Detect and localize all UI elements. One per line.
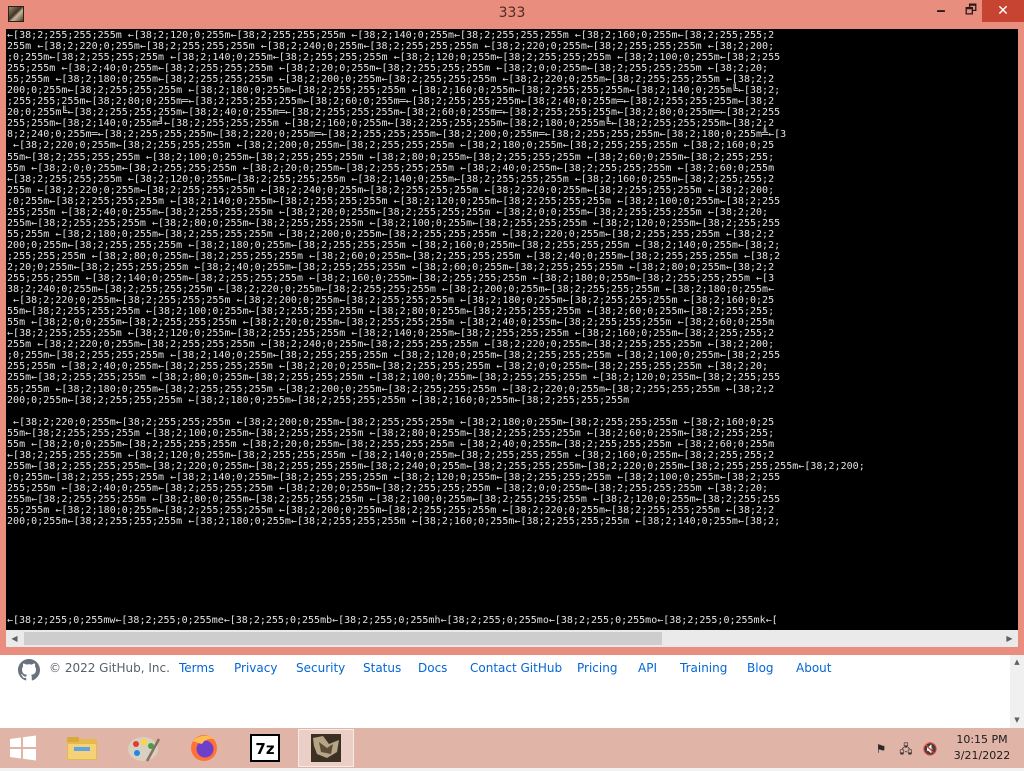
console-line: 200;0;255m←[38;2;255;255;255m ←[38;2;180… xyxy=(7,239,781,251)
console-line: ←[38;2;220;0;255m←[38;2;255;255;255m ←[3… xyxy=(7,140,775,152)
footer-link-pricing[interactable]: Pricing xyxy=(577,661,617,675)
console-line: 55m←[38;2;255;255;255m ←[38;2;100;0;255m… xyxy=(7,151,775,163)
taskbar-file-explorer[interactable] xyxy=(54,729,110,767)
console-line: 55m ←[38;2;0;0;255m←[38;2;255;255;255m ←… xyxy=(7,438,775,450)
footer-link-privacy[interactable]: Privacy xyxy=(234,661,277,675)
console-line: ←[38;2;255;255;255m ←[38;2;120;0;255m←[3… xyxy=(7,328,775,340)
footer-link-contact[interactable]: Contact GitHub xyxy=(470,661,562,675)
7zip-icon: 7z xyxy=(250,734,280,762)
console-line: 8;2;240;0;255m═←[38;2;255;255;255m←[38;2… xyxy=(7,129,787,141)
console-line: 255m←[38;2;255;255;255m ←[38;2;80;0;255m… xyxy=(7,493,781,505)
footer-link-terms[interactable]: Terms xyxy=(179,661,214,675)
console-line: ;0;255m←[38;2;255;255;255m ←[38;2;140;0;… xyxy=(7,52,781,64)
paint-palette-icon xyxy=(128,737,161,762)
taskbar-console-app[interactable] xyxy=(298,729,354,767)
window-title: 333 xyxy=(498,5,526,21)
minimize-button[interactable]: 🗕 xyxy=(926,0,956,22)
console-line: ;255;255;255m ←[38;2;80;0;255m←[38;2;255… xyxy=(7,250,781,262)
console-line: 55m←[38;2;255;255;255m ←[38;2;100;0;255m… xyxy=(7,427,775,439)
footer-link-security[interactable]: Security xyxy=(296,661,345,675)
console-line: ;0;255m←[38;2;255;255;255m ←[38;2;140;0;… xyxy=(7,195,781,207)
console-line: 255;255m←[38;2;140;0;255m╝←[38;2;255;255… xyxy=(7,118,775,130)
scroll-right-icon[interactable]: ▶ xyxy=(1001,630,1018,647)
horizontal-scrollbar[interactable]: ◀ ▶ xyxy=(6,630,1018,647)
clock-time: 10:15 PM xyxy=(956,733,1008,746)
window-titlebar[interactable]: 333 🗕 🗗 ✕ xyxy=(0,0,1024,28)
firefox-icon xyxy=(191,735,217,761)
windows-start-icon[interactable] xyxy=(8,734,38,762)
taskbar-paint[interactable] xyxy=(115,729,171,767)
flag-alert-icon[interactable]: ⚑ xyxy=(873,741,889,757)
console-output[interactable]: ←[38;2;255;255;255m ←[38;2;120;0;255m←[3… xyxy=(6,29,1018,630)
github-logo-icon[interactable] xyxy=(18,659,40,681)
console-line: ←[38;2;220;0;255m←[38;2;255;255;255m ←[3… xyxy=(7,295,775,307)
footer-link-training[interactable]: Training xyxy=(680,661,727,675)
console-line: ;0;255m←[38;2;255;255;255m ←[38;2;140;0;… xyxy=(7,471,781,483)
github-footer: © 2022 GitHub, Inc. Terms Privacy Securi… xyxy=(0,655,1010,728)
taskbar: 7z ⚑ 🖧 🔇 10:15 PM 3/21/2022 xyxy=(0,728,1024,768)
console-status-line: ←[38;2;255;0;255mw←[38;2;255;0;255me←[38… xyxy=(7,615,778,626)
folder-icon xyxy=(67,737,97,760)
console-line: ;0;255m←[38;2;255;255;255m ←[38;2;140;0;… xyxy=(7,350,781,362)
footer-link-status[interactable]: Status xyxy=(363,661,401,675)
close-button[interactable]: ✕ xyxy=(982,0,1024,22)
console-line: 2;20;0;255m←[38;2;255;255;255m ←[38;2;40… xyxy=(7,261,775,273)
console-line: ←[38;2;255;255;255m ←[38;2;120;0;255m←[3… xyxy=(7,173,775,185)
taskbar-7zip[interactable]: 7z xyxy=(237,729,293,767)
console-line: 255;255m ←[38;2;40;0;255m←[38;2;255;255;… xyxy=(7,206,769,218)
scroll-up-icon[interactable]: ▲ xyxy=(1010,655,1024,669)
clock[interactable]: 10:15 PM 3/21/2022 xyxy=(944,732,1020,764)
console-line: 255m ←[38;2;220;0;255m←[38;2;255;255;255… xyxy=(7,339,775,351)
console-line: 255;255m ←[38;2;40;0;255m←[38;2;255;255;… xyxy=(7,63,769,75)
footer-link-docs[interactable]: Docs xyxy=(418,661,447,675)
console-text: ←[38;2;255;255;255m ←[38;2;120;0;255m←[3… xyxy=(7,30,1018,527)
console-line: 255m ←[38;2;220;0;255m←[38;2;255;255;255… xyxy=(7,41,775,53)
console-line: 255;255m ←[38;2;40;0;255m←[38;2;255;255;… xyxy=(7,361,769,373)
console-line: ←[38;2;255;255;255m ←[38;2;120;0;255m←[3… xyxy=(7,449,775,461)
scroll-left-icon[interactable]: ◀ xyxy=(6,630,23,647)
console-line: 55;255m ←[38;2;180;0;255m←[38;2;255;255;… xyxy=(7,74,775,86)
console-line: 255m ←[38;2;220;0;255m←[38;2;255;255;255… xyxy=(7,184,775,196)
console-window: 333 🗕 🗗 ✕ ←[38;2;255;255;255m ←[38;2;120… xyxy=(0,0,1024,655)
console-line: 255m←[38;2;255;255;255m ←[38;2;80;0;255m… xyxy=(7,372,781,384)
console-line: 55;255m ←[38;2;180;0;255m←[38;2;255;255;… xyxy=(7,383,775,395)
clock-date: 3/21/2022 xyxy=(953,749,1011,762)
console-line: 20;0;255m╚←[38;2;255;255;255m←[38;2;40;0… xyxy=(7,107,781,119)
footer-link-about[interactable]: About xyxy=(796,661,831,675)
footer-link-blog[interactable]: Blog xyxy=(747,661,774,675)
console-line: 255m←[38;2;255;255;255m←[38;2;220;0;255m… xyxy=(7,460,865,472)
network-icon[interactable]: 🖧 xyxy=(898,741,914,757)
console-line: 200;0;255m←[38;2;255;255;255m ←[38;2;180… xyxy=(7,394,630,406)
volume-muted-icon[interactable]: 🔇 xyxy=(922,741,938,757)
scroll-down-icon[interactable]: ▼ xyxy=(1010,713,1024,727)
console-line: 200;0;255m←[38;2;255;255;255m ←[38;2;180… xyxy=(7,85,781,97)
taskbar-firefox[interactable] xyxy=(176,729,232,767)
console-line: 55;255m ←[38;2;180;0;255m←[38;2;255;255;… xyxy=(7,505,775,517)
console-line: 38;2;240;0;255m←[38;2;255;255;255m ←[38;… xyxy=(7,284,775,296)
footer-link-api[interactable]: API xyxy=(638,661,657,675)
scrollbar-thumb[interactable] xyxy=(24,632,662,645)
console-line: 255m←[38;2;255;255;255m ←[38;2;80;0;255m… xyxy=(7,217,781,229)
console-line: 55;255m ←[38;2;180;0;255m←[38;2;255;255;… xyxy=(7,228,775,240)
console-line: ←[38;2;220;0;255m←[38;2;255;255;255m ←[3… xyxy=(7,416,775,428)
vertical-scrollbar[interactable]: ▲ ▼ xyxy=(1010,655,1024,728)
console-line: 55m ←[38;2;0;0;255m←[38;2;255;255;255m ←… xyxy=(7,162,775,174)
console-line: 200;0;255m←[38;2;255;255;255m ←[38;2;180… xyxy=(7,516,781,528)
console-app-icon xyxy=(311,734,341,762)
console-line: 55m←[38;2;255;255;255m ←[38;2;100;0;255m… xyxy=(7,306,775,318)
console-line: ←[38;2;255;255;255m ←[38;2;120;0;255m←[3… xyxy=(7,30,775,41)
console-line: 55m ←[38;2;0;0;255m←[38;2;255;255;255m ←… xyxy=(7,317,775,329)
console-line: ;255;255;255m←[38;2;80;0;255m═←[38;2;255… xyxy=(7,96,775,108)
console-line: 255;255;255m ←[38;2;140;0;255m←[38;2;255… xyxy=(7,273,775,285)
console-line: 255;255m ←[38;2;40;0;255m←[38;2;255;255;… xyxy=(7,482,769,494)
svg-text:7z: 7z xyxy=(255,740,274,758)
copyright-text: © 2022 GitHub, Inc. xyxy=(49,661,170,675)
